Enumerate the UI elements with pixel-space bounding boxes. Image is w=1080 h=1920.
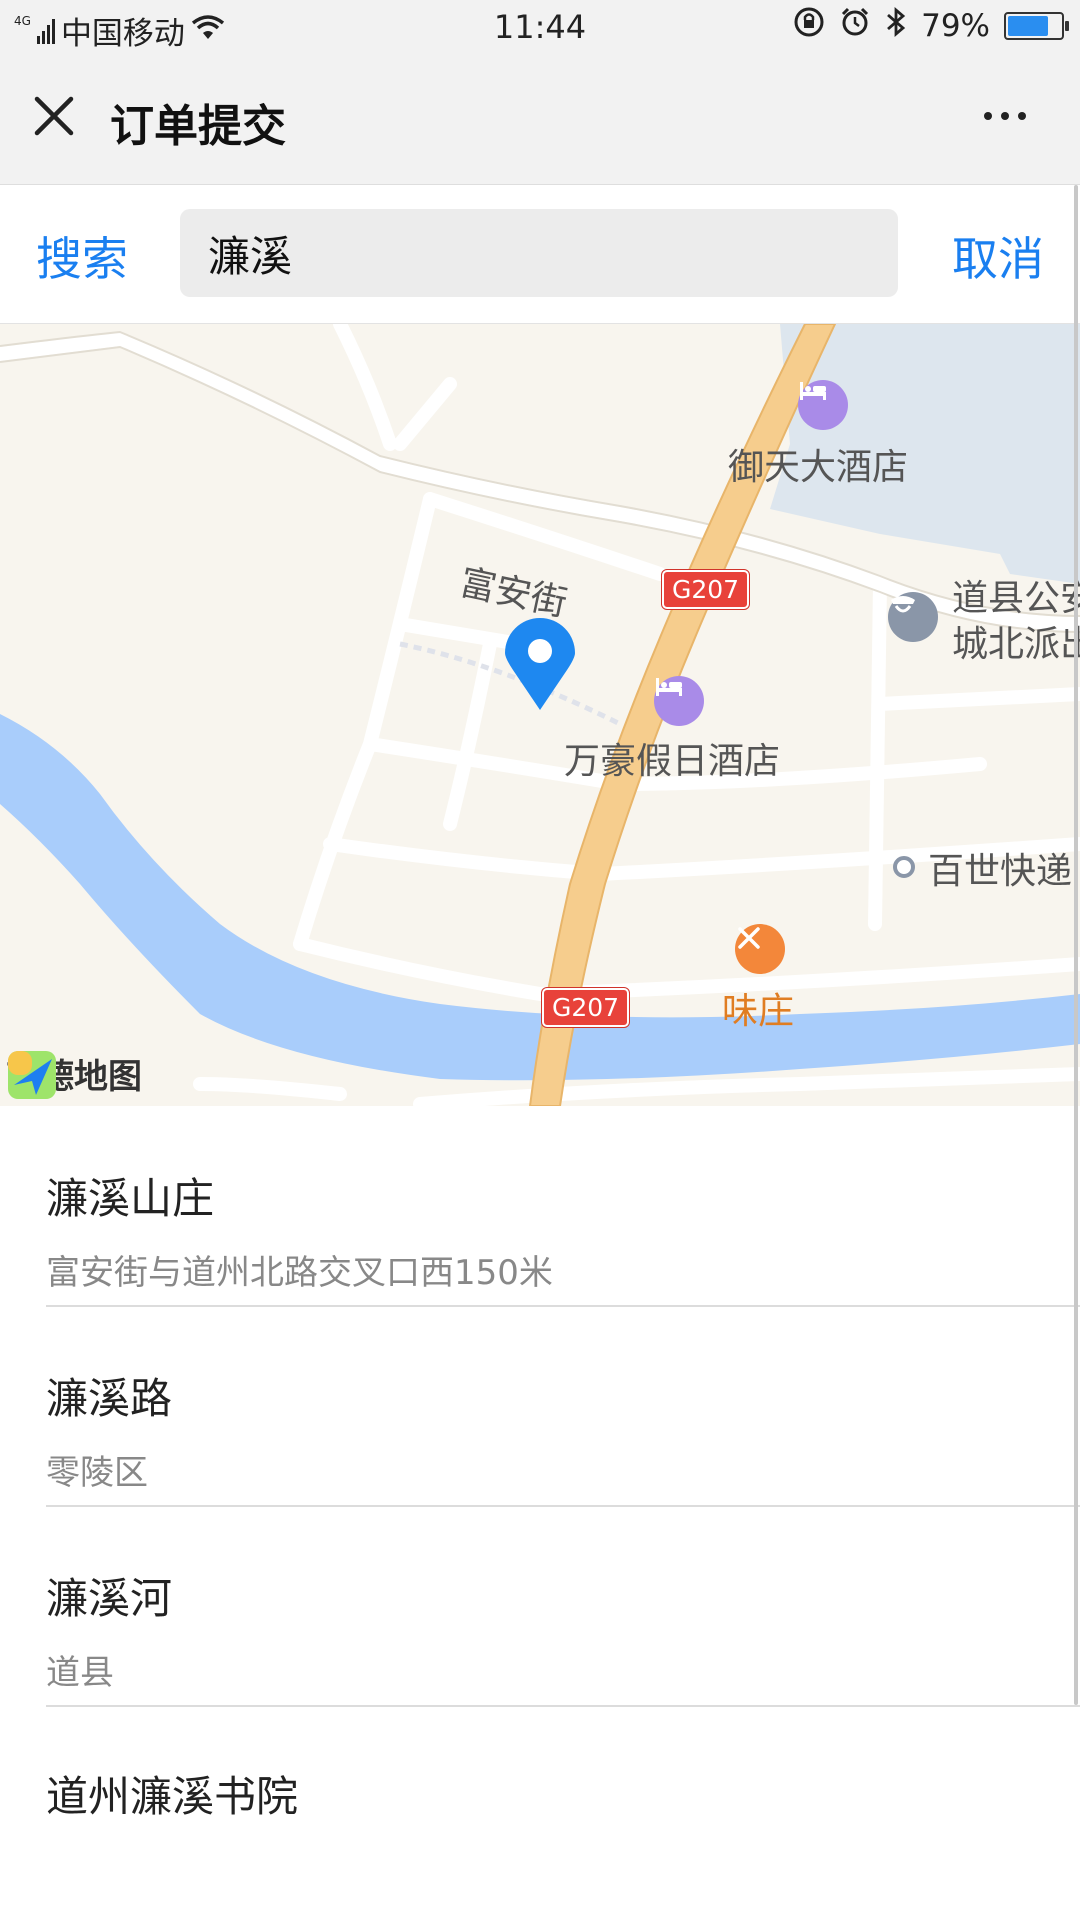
restaurant-icon[interactable]	[735, 924, 785, 974]
police-line1: 道县公安	[952, 578, 1080, 619]
poi-label-wanhao[interactable]: 万豪假日酒店	[564, 732, 780, 784]
result-item[interactable]: 濂溪路 零陵区	[46, 1307, 1080, 1507]
alarm-icon	[839, 6, 871, 46]
status-right: 79%	[793, 6, 1069, 46]
map-view[interactable]: 富安街 G207 G207 御天大酒店 万豪假日酒店 道县公安 城北派出 百世快递…	[0, 324, 1080, 1106]
more-dot	[984, 112, 992, 120]
poi-label-police[interactable]: 道县公安 城北派出	[952, 576, 1080, 668]
result-name: 濂溪山庄	[46, 1174, 215, 1223]
cancel-button[interactable]: 取消	[952, 223, 1044, 289]
close-button[interactable]	[22, 84, 86, 148]
poi-label-restaurant[interactable]: 味庄	[722, 982, 794, 1034]
search-button[interactable]: 搜索	[36, 223, 128, 289]
status-bar: 4G 中国移动 11:44 79%	[0, 0, 1080, 56]
amap-logo: 高德地图	[6, 1049, 142, 1099]
result-name: 道州濂溪书院	[46, 1772, 299, 1821]
police-icon[interactable]	[888, 592, 938, 642]
page-title: 订单提交	[110, 101, 286, 152]
poi-label-express[interactable]: 百世快递	[928, 842, 1072, 894]
battery-icon	[1004, 12, 1069, 40]
more-button[interactable]	[970, 96, 1040, 136]
result-item[interactable]: 道州濂溪书院	[46, 1707, 1080, 1905]
amap-logo-icon	[8, 1051, 56, 1099]
search-results: 濂溪山庄 富安街与道州北路交叉口西150米 濂溪路 零陵区 濂溪河 道县 道州濂…	[0, 1107, 1080, 1920]
result-item[interactable]: 濂溪山庄 富安街与道州北路交叉口西150米	[46, 1107, 1080, 1307]
search-box[interactable]	[180, 209, 898, 297]
more-dot	[1001, 112, 1009, 120]
close-icon	[34, 96, 74, 136]
map-canvas	[0, 324, 1080, 1106]
result-address: 富安街与道州北路交叉口西150米	[46, 1253, 553, 1293]
hotel-icon[interactable]	[654, 676, 704, 726]
search-input[interactable]	[180, 209, 896, 297]
title-bar: 订单提交	[0, 56, 1080, 185]
result-name: 濂溪河	[46, 1574, 173, 1623]
search-row: 搜索 取消	[0, 185, 1080, 325]
rotation-lock-icon	[793, 6, 825, 46]
result-address: 零陵区	[46, 1453, 148, 1493]
result-item[interactable]: 濂溪河 道县	[46, 1507, 1080, 1707]
more-dot	[1018, 112, 1026, 120]
road-badge-top: G207	[662, 570, 750, 609]
bluetooth-icon	[885, 6, 907, 46]
battery-percent: 79%	[921, 8, 990, 44]
battery-level	[1008, 16, 1048, 36]
road-badge-bottom: G207	[542, 988, 630, 1027]
hotel-icon[interactable]	[798, 380, 848, 430]
result-address: 道县	[46, 1653, 114, 1693]
result-name: 濂溪路	[46, 1374, 173, 1423]
police-line2: 城北派出	[952, 624, 1080, 665]
scrollbar[interactable]	[1074, 185, 1078, 1705]
express-dot-icon[interactable]	[893, 856, 915, 878]
poi-label-yutian[interactable]: 御天大酒店	[728, 438, 908, 490]
